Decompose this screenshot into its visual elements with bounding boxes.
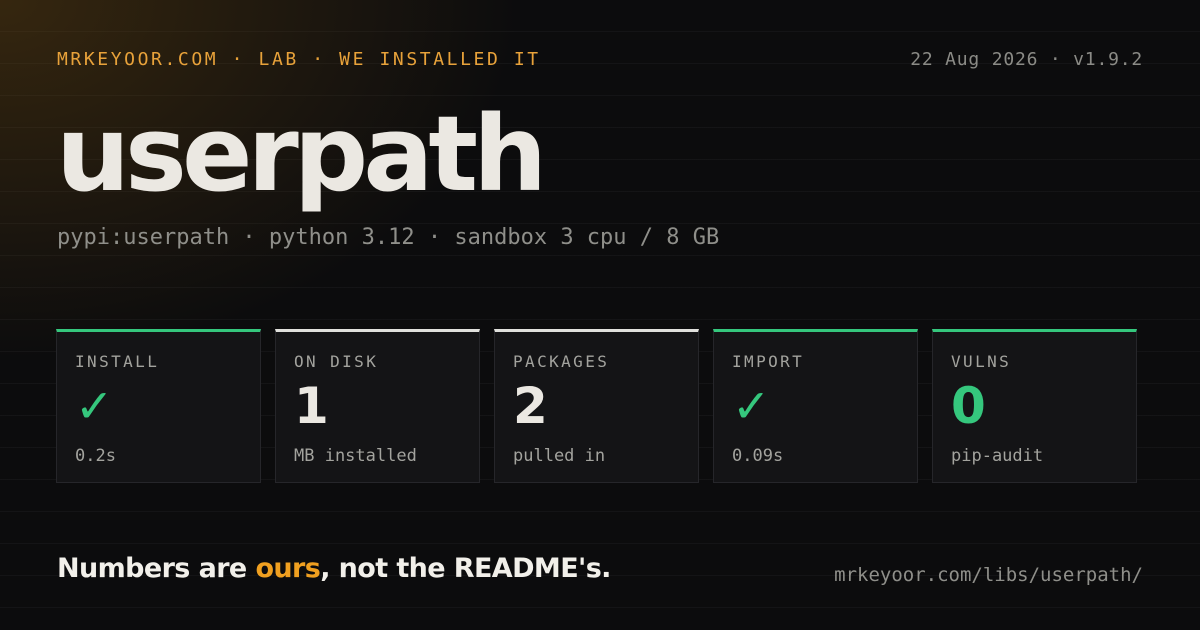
stat-note: 0.09s [732,446,784,466]
stat-note: pulled in [513,446,606,466]
tagline-highlight: ours [255,553,321,584]
stat-value: 0 [951,377,986,435]
stat-card-install: INSTALL ✓ 0.2s [56,329,261,483]
stat-label: VULNS [951,352,1012,371]
check-icon: ✓ [732,379,771,433]
stat-note: MB installed [294,446,417,466]
tagline-text: , not the README's. [320,553,611,584]
site-kicker: MRKEYOOR.COM · LAB · WE INSTALLED IT [57,49,541,70]
tagline: Numbers are ours, not the README's. [57,553,611,584]
stat-value: 2 [513,377,548,435]
stat-label: ON DISK [294,352,379,371]
stats-row: INSTALL ✓ 0.2s ON DISK 1 MB installed PA… [56,329,1137,483]
date-version: 22 Aug 2026 · v1.9.2 [910,49,1143,70]
tagline-text: Numbers are [57,553,256,584]
stat-card-vulns: VULNS 0 pip-audit [932,329,1137,483]
stat-note: pip-audit [951,446,1044,466]
package-subtitle: pypi:userpath · python 3.12 · sandbox 3 … [57,225,720,250]
stat-card-packages: PACKAGES 2 pulled in [494,329,699,483]
og-card: MRKEYOOR.COM · LAB · WE INSTALLED IT 22 … [0,0,1200,630]
stat-card-import: IMPORT ✓ 0.09s [713,329,918,483]
package-title: userpath [56,93,547,215]
stat-label: PACKAGES [513,352,610,371]
stat-label: IMPORT [732,352,805,371]
stat-card-on-disk: ON DISK 1 MB installed [275,329,480,483]
check-icon: ✓ [75,379,114,433]
stat-value: 1 [294,377,329,435]
stat-note: 0.2s [75,446,116,466]
stat-label: INSTALL [75,352,160,371]
page-url: mrkeyoor.com/libs/userpath/ [834,564,1143,586]
